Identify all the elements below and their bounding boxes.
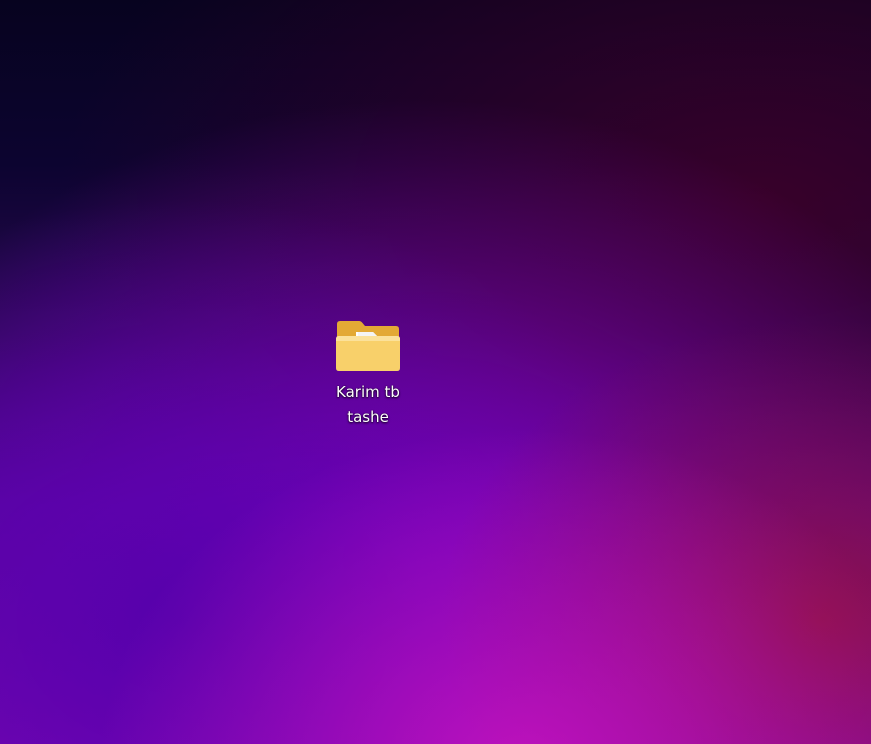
desktop-folder-shortcut[interactable]: Karim tb tashe [318, 318, 418, 430]
folder-label-line2: tashe [347, 408, 389, 426]
folder-label: Karim tb tashe [320, 380, 416, 430]
desktop[interactable]: Karim tb tashe [0, 0, 871, 744]
folder-label-line1: Karim tb [336, 383, 400, 401]
folder-icon [336, 321, 400, 371]
